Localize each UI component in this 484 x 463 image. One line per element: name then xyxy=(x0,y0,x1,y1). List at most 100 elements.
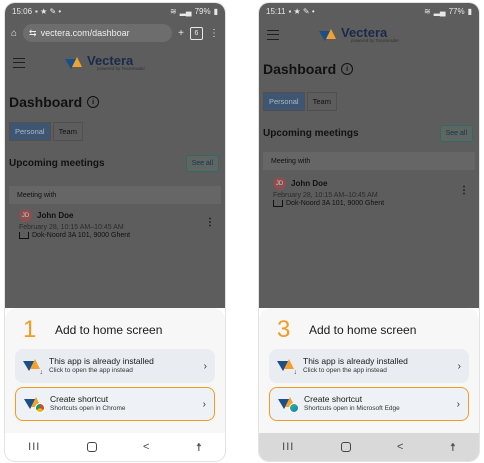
vectera-chrome-shortcut-icon xyxy=(24,397,45,413)
section-title: Upcoming meetings xyxy=(263,128,359,139)
meeting-table-header: Meeting with xyxy=(263,152,475,170)
site-settings-icon[interactable]: ⇆ xyxy=(29,28,37,39)
phone-chrome: 15:06 ▪ ★ ✎ • ≋ ▂▄ 79% ▮ ⌂ ⇆ vectera.com… xyxy=(5,3,225,461)
app-header: Vectera powered by Teamleader xyxy=(5,49,225,77)
android-nav-bar: III < ☨ xyxy=(259,433,479,461)
meeting-location: Dok-Noord 3A 101, 9000 Ghent xyxy=(19,232,215,239)
signal-icon: ▂▄ xyxy=(179,6,192,16)
browser-toolbar: ⌂ ⇆ vectera.com/dashboar + 6 ⋮ xyxy=(5,19,225,47)
tab-switcher-button[interactable]: 6 xyxy=(190,26,203,40)
back-button[interactable]: < xyxy=(397,441,403,453)
hamburger-menu-icon[interactable] xyxy=(13,58,25,68)
tab-group: Personal Team xyxy=(263,92,337,111)
option-subtitle: Shortcuts open in Chrome xyxy=(50,405,126,413)
open-installed-app-option[interactable]: ↓ This app is already installed Click to… xyxy=(269,349,469,383)
back-button[interactable]: < xyxy=(143,441,149,453)
see-all-button[interactable]: See all xyxy=(439,125,473,142)
meeting-card[interactable]: JD John Doe February 28, 10:15 AM–10:45 … xyxy=(19,209,215,239)
meeting-table-header: Meeting with xyxy=(9,186,221,204)
notification-icons: ▪ ★ ✎ • xyxy=(288,6,315,16)
create-shortcut-option[interactable]: Create shortcut Shortcuts open in Chrome… xyxy=(15,387,215,421)
home-button[interactable] xyxy=(340,442,351,452)
status-time: 15:06 xyxy=(12,6,33,16)
status-bar: 15:06 ▪ ★ ✎ • ≋ ▂▄ 79% ▮ xyxy=(5,3,225,19)
recent-apps-button[interactable]: III xyxy=(282,441,294,453)
see-all-button[interactable]: See all xyxy=(185,155,219,172)
wifi-icon: ≋ xyxy=(424,6,431,16)
wifi-icon: ≋ xyxy=(170,6,177,16)
tab-team[interactable]: Team xyxy=(306,92,337,111)
hamburger-menu-icon[interactable] xyxy=(267,30,279,40)
step-number: 1 xyxy=(23,316,37,343)
meeting-location: Dok-Noord 3A 101, 9000 Ghent xyxy=(273,200,469,207)
info-icon[interactable]: i xyxy=(87,96,100,108)
notification-icons: ▪ ★ ✎ • xyxy=(35,6,62,16)
status-time: 15:11 xyxy=(266,6,286,16)
new-tab-icon[interactable]: + xyxy=(178,28,184,39)
brand-subtitle: powered by Teamleader xyxy=(351,38,399,44)
app-header: Vectera powered by Teamleader xyxy=(259,21,479,49)
vectera-logo-icon xyxy=(319,29,337,41)
option-title: This app is already installed xyxy=(303,356,408,367)
chevron-right-icon: › xyxy=(456,398,460,410)
more-options-icon[interactable]: ⋮ xyxy=(459,185,469,196)
meeting-time: February 28, 10:15 AM–10:45 AM xyxy=(19,224,124,231)
meeting-card[interactable]: JD John Doe February 28, 10:15 AM–10:45 … xyxy=(273,177,469,207)
accessibility-icon[interactable]: ☨ xyxy=(450,441,456,454)
tab-team[interactable]: Team xyxy=(52,122,83,141)
android-nav-bar: III < ☨ xyxy=(5,433,225,461)
option-subtitle: Click to open the app instead xyxy=(49,367,133,375)
attendee-name: John Doe xyxy=(291,179,328,188)
sheet-title: Add to home screen xyxy=(309,323,417,337)
step-number: 3 xyxy=(277,316,291,343)
phone-edge: 15:11 ▪ ★ ✎ • ≋ ▂▄ 77% ▮ Vectera powered… xyxy=(259,3,479,461)
brand-logo: Vectera powered by Teamleader xyxy=(65,54,145,72)
brand-logo: Vectera powered by Teamleader xyxy=(319,26,399,44)
tab-personal[interactable]: Personal xyxy=(263,92,305,111)
avatar: JD xyxy=(273,177,286,190)
vectera-logo-icon xyxy=(65,57,83,69)
option-title: Create shortcut xyxy=(304,394,363,405)
battery-icon: ▮ xyxy=(213,6,218,16)
battery-level: 77% xyxy=(448,6,465,16)
battery-level: 79% xyxy=(194,6,211,16)
page-title: Dashboard i xyxy=(9,94,100,110)
dimmed-page: 15:11 ▪ ★ ✎ • ≋ ▂▄ 77% ▮ Vectera powered… xyxy=(259,3,479,308)
upcoming-header: Upcoming meetings See all xyxy=(263,125,473,142)
address-bar[interactable]: ⇆ vectera.com/dashboar xyxy=(23,24,173,42)
brand-subtitle: powered by Teamleader xyxy=(97,66,145,72)
meeting-time: February 28, 10:15 AM–10:45 AM xyxy=(273,192,378,199)
vectera-edge-shortcut-icon xyxy=(278,397,299,413)
menu-icon[interactable]: ⋮ xyxy=(209,28,219,39)
chevron-right-icon: › xyxy=(202,398,206,410)
sheet-title: Add to home screen xyxy=(55,323,163,337)
chevron-right-icon: › xyxy=(457,360,461,372)
url-text: vectera.com/dashboar xyxy=(40,28,130,38)
info-icon[interactable]: i xyxy=(341,63,354,75)
building-icon xyxy=(19,232,29,239)
battery-icon: ▮ xyxy=(467,6,472,16)
vectera-app-icon: ↓ xyxy=(277,359,297,376)
upcoming-header: Upcoming meetings See all xyxy=(9,155,219,172)
recent-apps-button[interactable]: III xyxy=(28,441,40,453)
tab-group: Personal Team xyxy=(9,122,83,141)
option-title: This app is already installed xyxy=(49,356,154,367)
section-title: Upcoming meetings xyxy=(9,158,105,169)
option-subtitle: Shortcuts open in Microsoft Edge xyxy=(304,405,400,413)
option-title: Create shortcut xyxy=(50,394,109,405)
add-to-home-sheet: 3 Add to home screen ↓ This app is alrea… xyxy=(259,308,479,433)
chevron-right-icon: › xyxy=(203,360,207,372)
add-to-home-sheet: 1 Add to home screen ↓ This app is alrea… xyxy=(5,308,225,433)
home-button[interactable] xyxy=(86,442,97,452)
dimmed-page: 15:06 ▪ ★ ✎ • ≋ ▂▄ 79% ▮ ⌂ ⇆ vectera.com… xyxy=(5,3,225,308)
tab-personal[interactable]: Personal xyxy=(9,122,51,141)
signal-icon: ▂▄ xyxy=(433,6,446,16)
create-shortcut-option[interactable]: Create shortcut Shortcuts open in Micros… xyxy=(269,387,469,421)
open-installed-app-option[interactable]: ↓ This app is already installed Click to… xyxy=(15,349,215,383)
attendee-name: John Doe xyxy=(37,211,74,220)
page-title: Dashboard i xyxy=(263,61,354,77)
home-icon[interactable]: ⌂ xyxy=(11,28,17,39)
accessibility-icon[interactable]: ☨ xyxy=(196,441,202,454)
vectera-app-icon: ↓ xyxy=(23,359,43,376)
more-options-icon[interactable]: ⋮ xyxy=(205,217,215,228)
